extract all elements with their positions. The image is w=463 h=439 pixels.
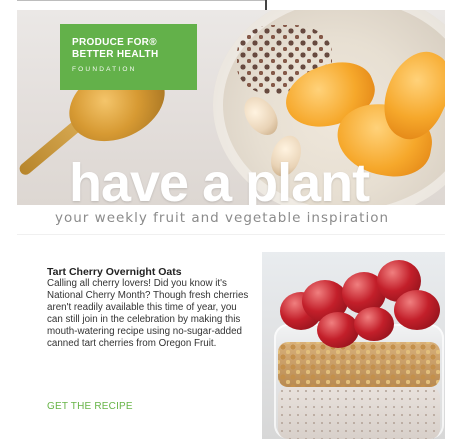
article-block: Tart Cherry Overnight Oats Calling all c… <box>47 266 252 350</box>
get-recipe-link[interactable]: GET THE RECIPE <box>47 401 133 412</box>
foundation-logo-badge[interactable]: PRODUCE FOR® BETTER HEALTH FOUNDATION <box>60 24 197 90</box>
logo-line-1: PRODUCE FOR® <box>72 37 157 48</box>
cherry-image <box>354 307 394 341</box>
hero-title: have a plant <box>69 153 370 205</box>
article-image[interactable] <box>262 252 445 439</box>
section-divider <box>17 234 445 235</box>
oats-layer-image <box>278 387 440 439</box>
article-title: Tart Cherry Overnight Oats <box>47 266 182 278</box>
hero-banner: PRODUCE FOR® BETTER HEALTH FOUNDATION ha… <box>17 10 445 205</box>
logo-line-3: FOUNDATION <box>72 66 137 73</box>
granola-layer-image <box>278 342 440 387</box>
tagline: your weekly fruit and vegetable inspirat… <box>55 210 390 226</box>
cherry-image <box>317 312 359 348</box>
article-body: Calling all cherry lovers! Did you know … <box>47 278 249 349</box>
top-border-line <box>17 0 267 1</box>
logo-line-2: BETTER HEALTH <box>72 49 159 60</box>
cherry-image <box>394 290 440 330</box>
